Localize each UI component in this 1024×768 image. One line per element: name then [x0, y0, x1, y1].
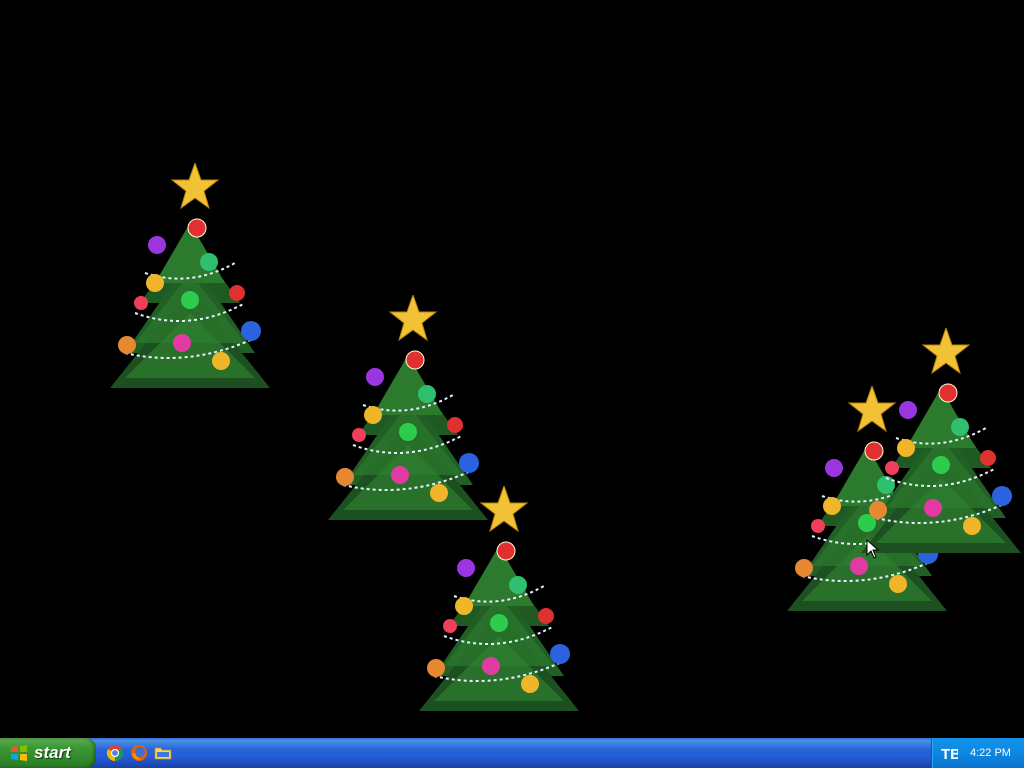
windows-flag-icon	[11, 745, 27, 761]
tb-icon[interactable]: TB	[940, 744, 958, 762]
christmas-tree-icon	[856, 328, 1024, 563]
christmas-tree-icon	[414, 486, 584, 721]
start-button[interactable]: start	[0, 738, 96, 768]
taskbar: start TB 4:22 PM	[0, 738, 1024, 768]
quick-launch-bar	[106, 744, 172, 762]
clock[interactable]: 4:22 PM	[970, 747, 1011, 759]
christmas-tree-icon	[105, 163, 275, 398]
svg-text:TB: TB	[941, 746, 958, 762]
chrome-icon[interactable]	[106, 744, 124, 762]
start-label: start	[34, 743, 71, 762]
system-tray: TB 4:22 PM	[931, 738, 1024, 768]
firefox-icon[interactable]	[130, 744, 148, 762]
folder-icon[interactable]	[154, 744, 172, 762]
desktop[interactable]	[0, 0, 1024, 738]
